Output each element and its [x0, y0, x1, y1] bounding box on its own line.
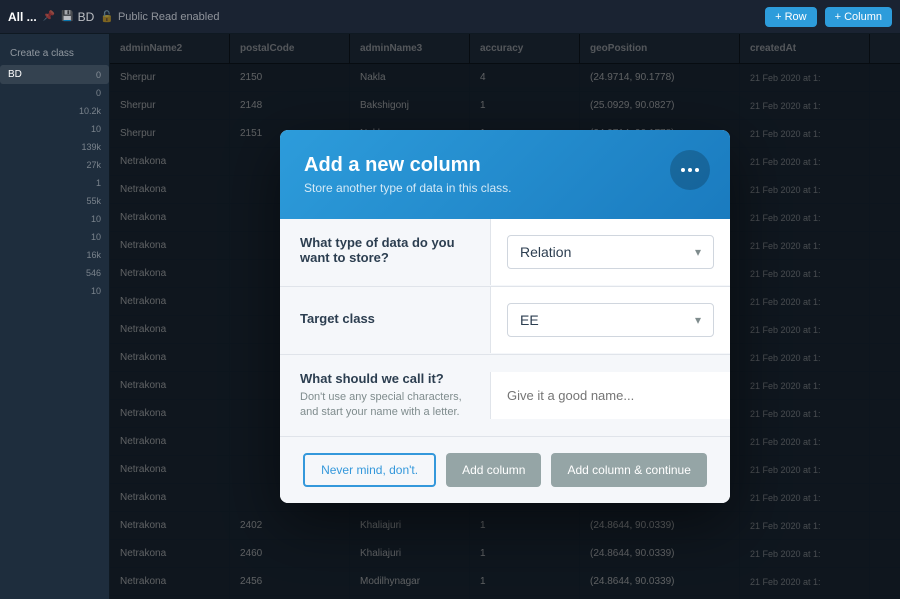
- class-count: 10: [91, 286, 101, 296]
- pin-icon: 📌: [43, 11, 55, 22]
- sidebar-item-2[interactable]: 0: [0, 84, 109, 102]
- top-bar-right: + Row + Column: [765, 7, 892, 27]
- add-column-modal: Add a new column Store another type of d…: [280, 130, 730, 504]
- target-class-value: EE: [520, 312, 539, 328]
- chevron-down-icon: ▾: [695, 245, 701, 259]
- sidebar-item-3[interactable]: 10.2k: [0, 102, 109, 120]
- add-row-button[interactable]: + Row: [765, 7, 817, 27]
- db-icon: 💾: [61, 11, 73, 22]
- app-layout: Create a class BD 0 0 10.2k 10 139k 27k …: [0, 34, 900, 599]
- column-name-row: What should we call it? Don't use any sp…: [280, 355, 730, 437]
- class-count: 10: [91, 124, 101, 134]
- data-type-input-col[interactable]: Relation ▾: [490, 219, 730, 285]
- target-class-label: Target class: [300, 311, 470, 326]
- dot-icon: [681, 168, 685, 172]
- modal-body: What type of data do you want to store? …: [280, 219, 730, 437]
- sidebar-item-10[interactable]: 10: [0, 228, 109, 246]
- data-type-label-col: What type of data do you want to store?: [280, 219, 490, 285]
- table-area: adminName2 postalCode adminName3 accurac…: [110, 34, 900, 599]
- column-name-input-col[interactable]: [490, 372, 730, 419]
- class-count: 27k: [86, 160, 101, 170]
- modal-footer: Never mind, don't. Add column Add column…: [280, 436, 730, 503]
- target-class-label-col: Target class: [280, 295, 490, 346]
- class-count: 16k: [86, 250, 101, 260]
- data-type-question: What type of data do you want to store?: [300, 235, 470, 265]
- modal-menu-button[interactable]: [670, 150, 710, 190]
- dot-icon: [688, 168, 692, 172]
- app-logo: All ...: [8, 10, 37, 24]
- top-bar: All ... 📌 💾 BD 🔓 Public Read enabled + R…: [0, 0, 900, 34]
- data-type-row: What type of data do you want to store? …: [280, 219, 730, 287]
- sidebar-item-bd[interactable]: BD 0: [0, 65, 109, 84]
- sidebar-item-7[interactable]: 1: [0, 174, 109, 192]
- modal-overlay: Add a new column Store another type of d…: [110, 34, 900, 599]
- class-count: 10.2k: [79, 106, 101, 116]
- modal-title: Add a new column: [304, 154, 706, 177]
- column-name-sub: Don't use any special characters, and st…: [300, 390, 470, 421]
- target-class-row: Target class EE ▾: [280, 287, 730, 355]
- target-class-select[interactable]: EE ▾: [507, 303, 714, 337]
- class-count: 10: [91, 214, 101, 224]
- class-count: 546: [86, 268, 101, 278]
- sidebar-item-6[interactable]: 27k: [0, 156, 109, 174]
- sidebar-item-8[interactable]: 55k: [0, 192, 109, 210]
- sidebar-item-11[interactable]: 16k: [0, 246, 109, 264]
- add-column-button[interactable]: Add column: [446, 453, 541, 487]
- target-class-input-col[interactable]: EE ▾: [490, 287, 730, 353]
- add-column-button[interactable]: + Column: [825, 7, 892, 27]
- chevron-down-icon: ▾: [695, 313, 701, 327]
- modal-subtitle: Store another type of data in this class…: [304, 181, 706, 195]
- lock-icon: 🔓: [100, 10, 114, 23]
- column-name-question: What should we call it?: [300, 371, 470, 386]
- sidebar-item-5[interactable]: 139k: [0, 138, 109, 156]
- class-count: 0: [96, 70, 101, 80]
- class-count: 0: [96, 88, 101, 98]
- dot-icon: [695, 168, 699, 172]
- data-type-select[interactable]: Relation ▾: [507, 235, 714, 269]
- class-count: 139k: [81, 142, 101, 152]
- class-count: 55k: [86, 196, 101, 206]
- public-label: 🔓 Public Read enabled: [100, 10, 219, 23]
- column-name-input[interactable]: [507, 388, 714, 403]
- class-name: BD: [8, 69, 22, 80]
- column-name-label-col: What should we call it? Don't use any sp…: [280, 355, 490, 437]
- add-column-continue-button[interactable]: Add column & continue: [551, 453, 706, 487]
- cancel-button[interactable]: Never mind, don't.: [303, 453, 436, 487]
- class-count: 10: [91, 232, 101, 242]
- data-type-value: Relation: [520, 244, 571, 260]
- sidebar-item-12[interactable]: 546: [0, 264, 109, 282]
- create-class-button[interactable]: Create a class: [0, 42, 109, 65]
- db-title: 💾 BD: [61, 10, 94, 24]
- sidebar: Create a class BD 0 0 10.2k 10 139k 27k …: [0, 34, 110, 599]
- sidebar-item-9[interactable]: 10: [0, 210, 109, 228]
- sidebar-item-13[interactable]: 10: [0, 282, 109, 300]
- top-bar-left: All ... 📌 💾 BD 🔓 Public Read enabled: [8, 10, 765, 24]
- sidebar-item-4[interactable]: 10: [0, 120, 109, 138]
- class-count: 1: [96, 178, 101, 188]
- modal-header: Add a new column Store another type of d…: [280, 130, 730, 219]
